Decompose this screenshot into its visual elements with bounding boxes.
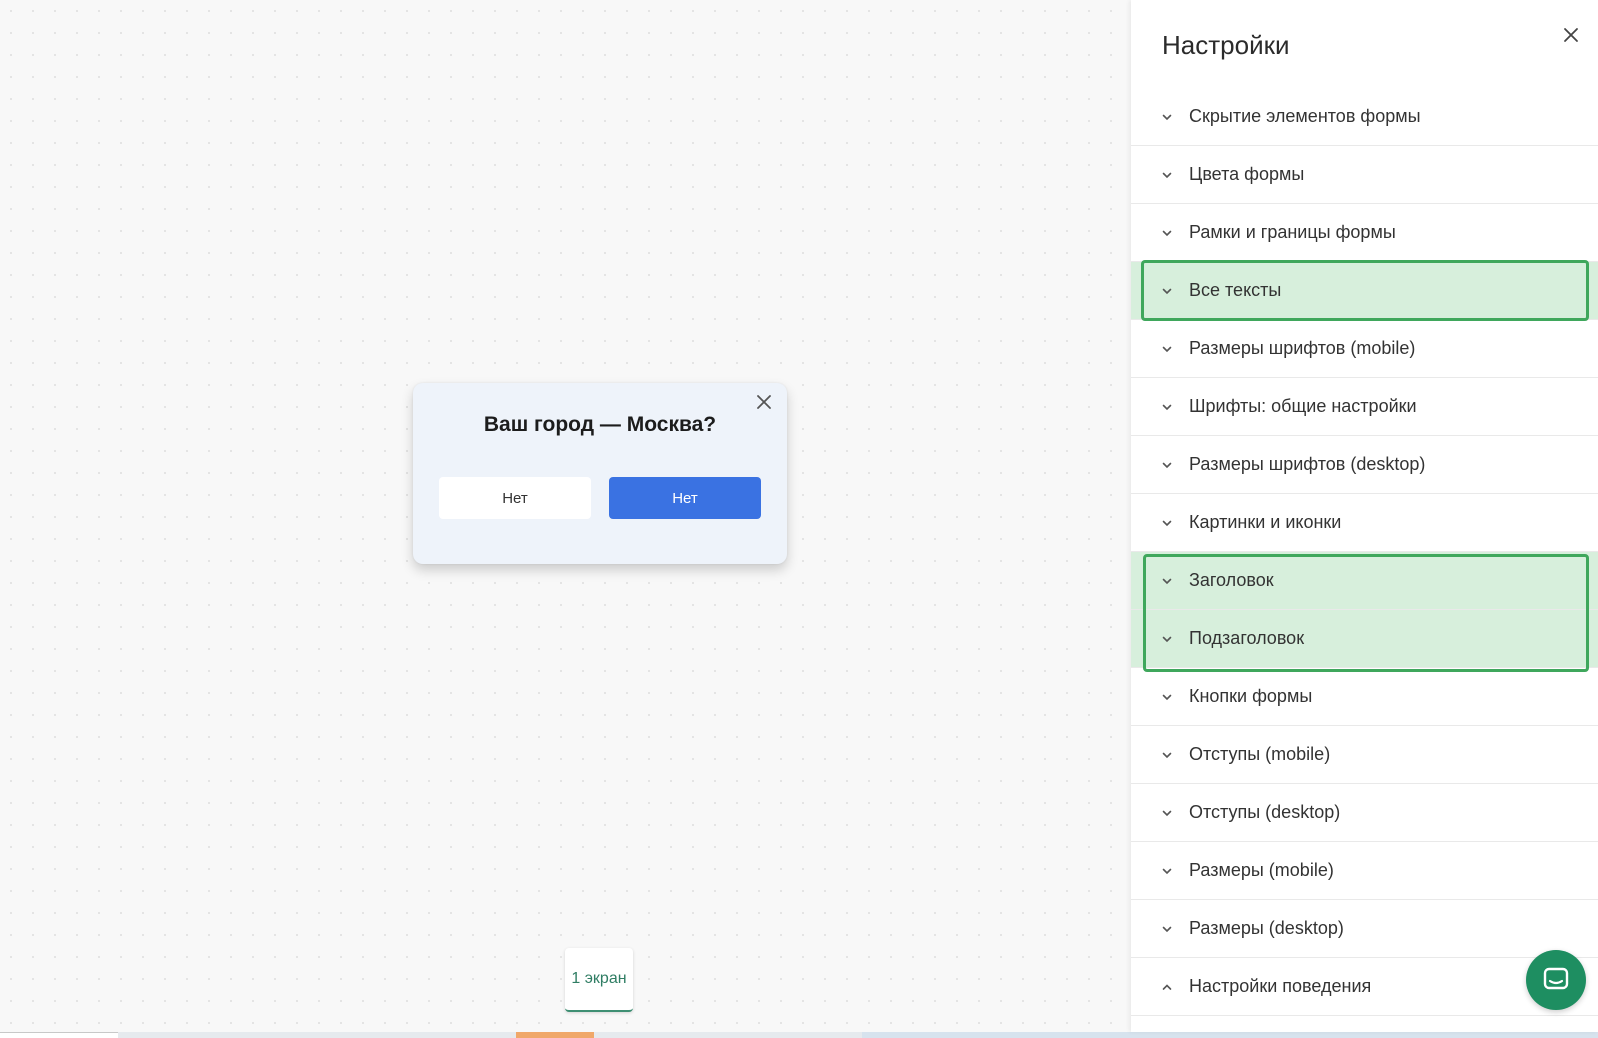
chat-icon [1543, 967, 1569, 990]
chevron-down-icon [1162, 636, 1172, 642]
bottom-scrollbar[interactable] [0, 1032, 1598, 1038]
chevron-down-icon [1162, 404, 1172, 410]
panel-title: Настройки [1162, 30, 1290, 60]
settings-item[interactable]: Шрифты: общие настройки [1131, 378, 1598, 436]
chevron-down-icon [1162, 810, 1172, 816]
settings-item-label: Отступы (desktop) [1189, 802, 1341, 822]
settings-item[interactable]: Картинки и иконки [1131, 494, 1598, 552]
chevron-down-icon [1162, 752, 1172, 758]
settings-item[interactable]: Все тексты [1131, 262, 1598, 320]
settings-item-label: Заголовок [1189, 570, 1274, 590]
chevron-up-icon [1162, 983, 1172, 990]
scrollbar-thumb[interactable] [516, 1032, 594, 1038]
settings-item[interactable]: Размеры (mobile) [1131, 842, 1598, 900]
settings-item[interactable]: Подзаголовок [1131, 610, 1598, 668]
settings-item[interactable]: Скрытие элементов формы [1131, 88, 1598, 146]
settings-item-label: Отступы (mobile) [1189, 744, 1331, 764]
chat-button[interactable] [1526, 950, 1586, 1010]
settings-item-label: Картинки и иконки [1189, 512, 1342, 532]
settings-item[interactable]: Цвета формы [1131, 146, 1598, 204]
settings-item-label: Размеры (mobile) [1189, 860, 1334, 880]
chevron-down-icon [1162, 868, 1172, 874]
settings-item-label: Шрифты: общие настройки [1189, 396, 1417, 416]
chevron-down-icon [1162, 230, 1172, 236]
chevron-down-icon [1162, 926, 1172, 932]
settings-item-label: Рамки и границы формы [1189, 222, 1396, 242]
chevron-down-icon [1162, 578, 1172, 584]
popup-title: Ваш город — Москва? [483, 413, 717, 436]
settings-item-label: Подзаголовок [1189, 628, 1305, 648]
primary-button[interactable]: Нет [609, 477, 761, 519]
settings-item[interactable]: Отступы (desktop) [1131, 784, 1598, 842]
no-button[interactable]: Нет [439, 477, 591, 519]
close-icon[interactable] [1560, 24, 1582, 46]
chevron-down-icon [1162, 694, 1172, 700]
settings-item-label: Размеры шрифтов (desktop) [1189, 454, 1426, 474]
close-icon[interactable] [753, 391, 775, 413]
popup-preview: Ваш город — Москва? Нет Нет [413, 383, 787, 564]
settings-item[interactable]: Кнопки формы [1131, 668, 1598, 726]
chevron-down-icon [1162, 114, 1172, 120]
settings-item[interactable]: Размеры шрифтов (desktop) [1131, 436, 1598, 494]
settings-item[interactable]: Заголовок [1131, 552, 1598, 610]
chevron-down-icon [1162, 172, 1172, 178]
screen-tab-label: 1 экран [571, 970, 627, 987]
screen-tab[interactable]: 1 экран [565, 948, 633, 1012]
chevron-down-icon [1162, 520, 1172, 526]
settings-panel: Настройки Скрытие элементов формы Цвета ф… [1131, 0, 1598, 1032]
scrollbar-segment [862, 1032, 1598, 1038]
settings-item-label: Цвета формы [1189, 164, 1305, 184]
scrollbar-segment [0, 1032, 118, 1038]
settings-item[interactable]: Размеры (desktop) [1131, 900, 1598, 958]
settings-item[interactable]: Размеры шрифтов (mobile) [1131, 320, 1598, 378]
chevron-down-icon [1162, 462, 1172, 468]
settings-item[interactable]: Отступы (mobile) [1131, 726, 1598, 784]
settings-item-label: Все тексты [1189, 280, 1282, 300]
chevron-down-icon [1162, 346, 1172, 352]
settings-item-label: Размеры шрифтов (mobile) [1189, 338, 1416, 358]
settings-item-label: Скрытие элементов формы [1189, 106, 1421, 126]
settings-item-label: Кнопки формы [1189, 686, 1313, 706]
chevron-down-icon [1162, 288, 1172, 294]
settings-list: Скрытие элементов формы Цвета формы Рамки … [1131, 88, 1598, 1016]
settings-item-label: Размеры (desktop) [1189, 918, 1344, 938]
settings-item-label: Настройки поведения [1189, 976, 1372, 996]
settings-item[interactable]: Рамки и границы формы [1131, 204, 1598, 262]
